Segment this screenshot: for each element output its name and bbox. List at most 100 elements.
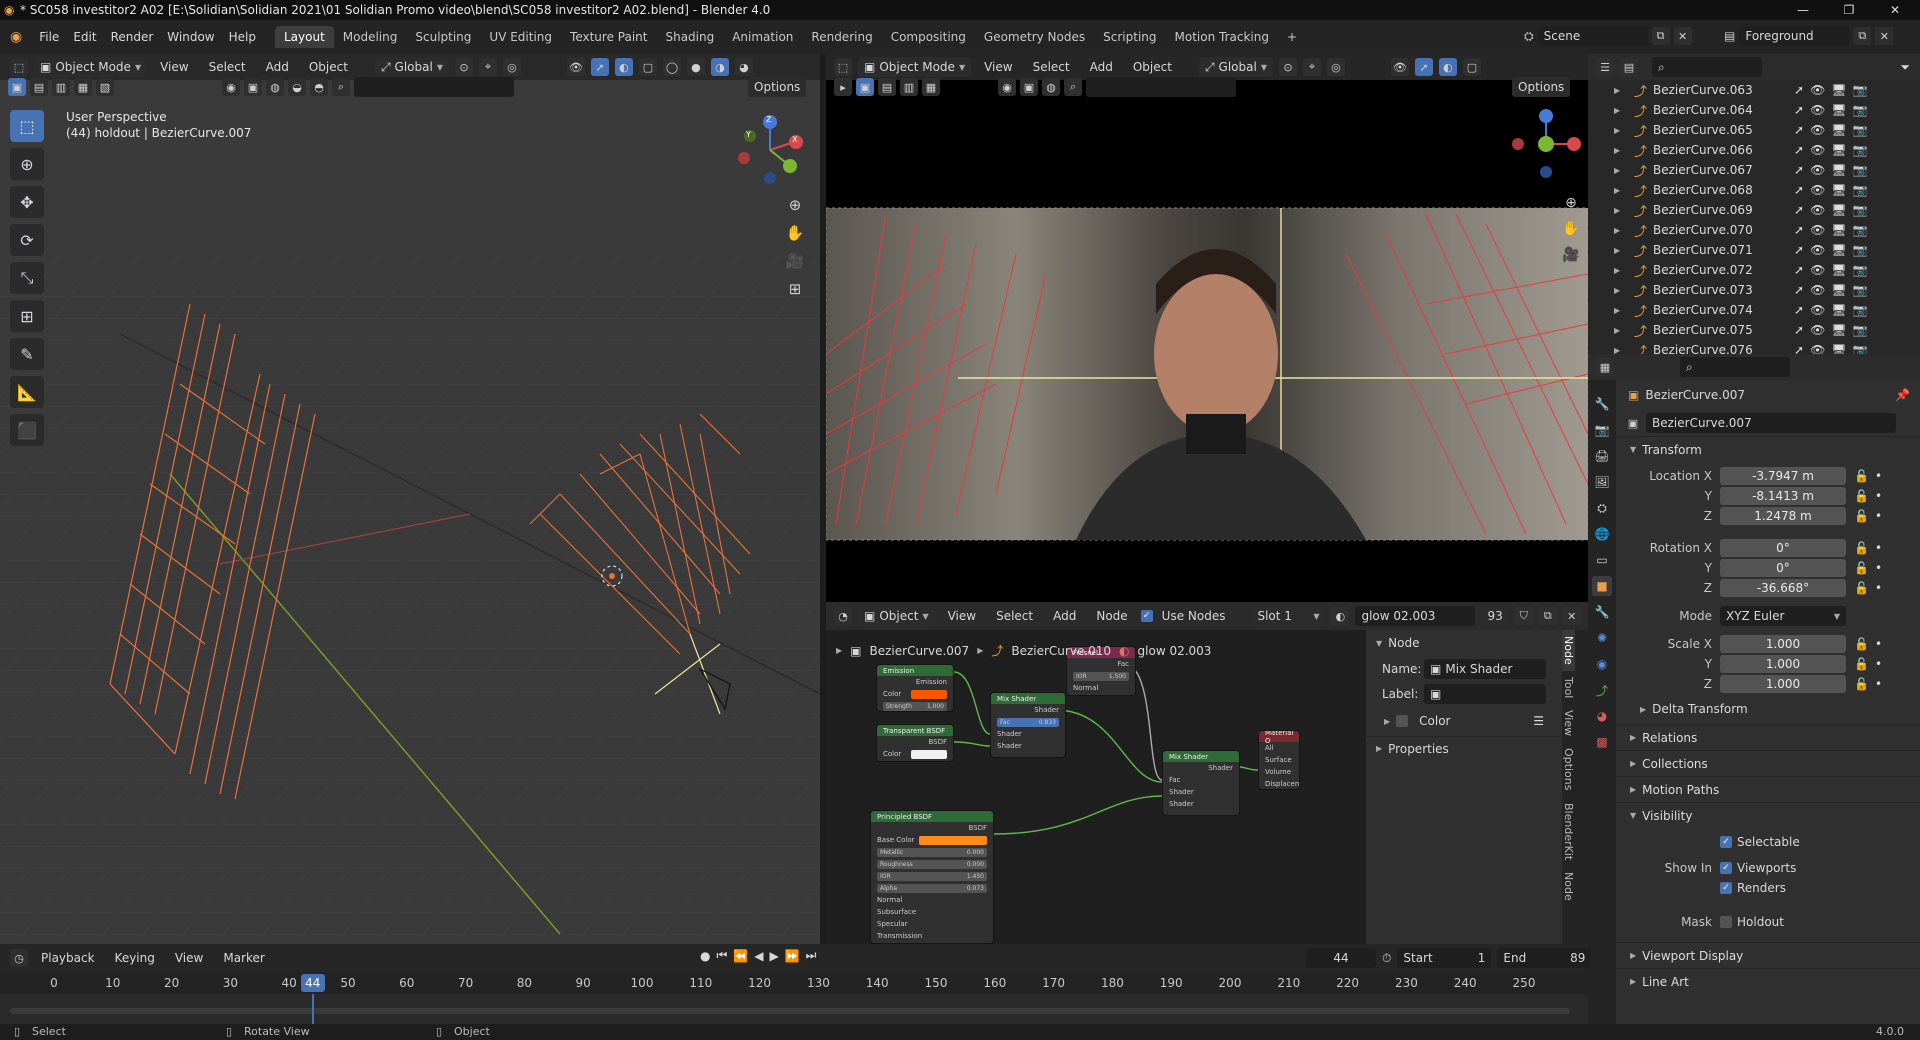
list-icon[interactable]: ☰: [1533, 714, 1544, 728]
breadcrumb-item[interactable]: BezierCurve.010: [1011, 644, 1111, 658]
node-label-field[interactable]: ▣: [1424, 684, 1546, 704]
chevron-right-icon[interactable]: ▶: [1614, 146, 1620, 155]
camera-render-icon[interactable]: 📷: [1853, 323, 1868, 337]
select-mode-invert-icon[interactable]: ▦: [922, 78, 940, 96]
rotation-z-field[interactable]: -36.668°: [1720, 579, 1846, 597]
pin-icon[interactable]: 📌: [1895, 388, 1910, 402]
lock-icon[interactable]: 🔓: [1854, 469, 1869, 483]
menu-edit[interactable]: Edit: [66, 30, 103, 44]
overlay-icon[interactable]: ◐: [614, 58, 633, 76]
camera-object-mode-dropdown[interactable]: ▣ Object Mode ▼: [858, 57, 972, 77]
eye-icon[interactable]: 👁: [1810, 163, 1825, 177]
select-mode-invert-icon[interactable]: ▦: [74, 78, 92, 96]
hdri-icon[interactable]: ◓: [310, 78, 328, 96]
select-mode-extend-icon[interactable]: ▤: [878, 78, 896, 96]
camera-render-icon[interactable]: 📷: [1853, 223, 1868, 237]
use-nodes-checkbox[interactable]: ✓: [1140, 610, 1153, 622]
rotation-mode-dropdown[interactable]: XYZ Euler ▼: [1720, 606, 1846, 626]
blender-menu-icon[interactable]: ◉: [10, 29, 22, 45]
monitor-icon[interactable]: 🖥: [1831, 223, 1846, 237]
outliner-item[interactable]: ▶ ⤴ BezierCurve.071 ➚ 👁 🖥 📷: [1588, 240, 1920, 260]
shading-rendered-icon[interactable]: ◕: [734, 58, 753, 76]
scene-name-field[interactable]: Scene: [1537, 26, 1648, 46]
monitor-icon[interactable]: 🖥: [1831, 83, 1846, 97]
viewport-menu-select[interactable]: Select: [202, 60, 253, 74]
camera-menu-select[interactable]: Select: [1026, 60, 1077, 74]
monitor-icon[interactable]: 🖥: [1831, 183, 1846, 197]
keyframe-dot-icon[interactable]: •: [1875, 469, 1882, 483]
shading-solid-icon[interactable]: ●: [686, 58, 705, 76]
pivot-icon[interactable]: ⊙: [454, 58, 473, 76]
keyframe-dot-icon[interactable]: •: [1875, 561, 1882, 575]
editor-type-icon[interactable]: ⬚: [834, 58, 852, 76]
stopwatch-icon[interactable]: ⏱: [1382, 951, 1391, 966]
tab-modeling[interactable]: Modeling: [334, 26, 407, 48]
editor-type-icon[interactable]: ▦: [1596, 358, 1614, 376]
data-properties-icon[interactable]: ⤴: [1592, 680, 1612, 700]
material-name-field[interactable]: glow 02.003: [1355, 606, 1476, 626]
outliner-item[interactable]: ▶ ⤴ BezierCurve.063 ➚ 👁 🖥 📷: [1588, 80, 1920, 100]
principled-roughness-field[interactable]: Roughness 0.000: [877, 859, 987, 869]
emission-node[interactable]: Emission Emission Color Strength 1.000: [876, 664, 954, 712]
use-nodes-toggle[interactable]: ✓ Use Nodes: [1140, 609, 1225, 623]
properties-search-input[interactable]: ⌕: [1680, 357, 1790, 377]
editor-type-icon[interactable]: ☰: [1596, 58, 1614, 76]
principled-alpha-field[interactable]: Alpha 0.073: [877, 883, 987, 893]
pan-hand-icon[interactable]: ✋: [1562, 220, 1580, 238]
snap-icon[interactable]: ⌖: [478, 58, 497, 76]
visibility-icon[interactable]: 👁: [566, 58, 585, 76]
xray-icon[interactable]: ▢: [1462, 58, 1481, 76]
shader-type-dropdown[interactable]: ▣ Object ▼: [858, 606, 935, 626]
outliner-item[interactable]: ▶ ⤴ BezierCurve.076 ➚ 👁 🖥 📷: [1588, 340, 1920, 354]
annotate-tool-icon[interactable]: ✎: [10, 338, 44, 370]
minimize-button[interactable]: —: [1780, 0, 1826, 20]
close-button[interactable]: ✕: [1872, 0, 1918, 20]
monitor-icon[interactable]: 🖥: [1831, 143, 1846, 157]
principled-base-color-swatch[interactable]: [919, 835, 987, 845]
chevron-right-icon[interactable]: ▶: [1614, 246, 1620, 255]
lock-icon[interactable]: 🔓: [1854, 581, 1869, 595]
lock-icon[interactable]: 🔓: [1854, 541, 1869, 555]
eye-icon[interactable]: 👁: [1810, 303, 1825, 317]
collections-panel[interactable]: ▶ Collections: [1616, 750, 1920, 776]
eye-icon[interactable]: 👁: [1810, 243, 1825, 257]
camera-collapse-icon[interactable]: ▸: [834, 78, 852, 96]
view-layer-properties-icon[interactable]: 🖼: [1592, 472, 1612, 492]
timeline-menu-keying[interactable]: Keying: [108, 951, 162, 965]
editor-type-icon[interactable]: ⬚: [10, 58, 28, 76]
menu-file[interactable]: File: [32, 30, 66, 44]
texture-properties-icon[interactable]: ▩: [1592, 732, 1612, 752]
object-mode-dropdown[interactable]: ▣ Object Mode ▼: [34, 57, 148, 77]
chevron-right-icon[interactable]: ▶: [1614, 126, 1620, 135]
camera-menu-add[interactable]: Add: [1083, 60, 1120, 74]
scale-tool-icon[interactable]: ⤡: [10, 262, 44, 294]
camera-orientation-dropdown[interactable]: ⤢ Global ▼: [1198, 57, 1273, 77]
camera-render-icon[interactable]: 📷: [1853, 123, 1868, 137]
editor-type-icon[interactable]: ◷: [10, 949, 28, 967]
camera-render-icon[interactable]: 📷: [1853, 303, 1868, 317]
tab-shading[interactable]: Shading: [656, 26, 723, 48]
location-z-field[interactable]: 1.2478 m: [1720, 507, 1846, 525]
render-properties-icon[interactable]: 📷: [1592, 420, 1612, 440]
chevron-right-icon[interactable]: ▶: [1614, 286, 1620, 295]
outliner-item[interactable]: ▶ ⤴ BezierCurve.073 ➚ 👁 🖥 📷: [1588, 280, 1920, 300]
node-menu-node[interactable]: Node: [1089, 609, 1134, 623]
mix-shader-1-fac-field[interactable]: Fac 0.833: [997, 717, 1059, 727]
delete-scene-icon[interactable]: ✕: [1673, 27, 1692, 45]
rotation-y-field[interactable]: 0°: [1720, 559, 1846, 577]
viewports-checkbox[interactable]: ✓: [1720, 862, 1732, 874]
zoom-icon[interactable]: ⊕: [1562, 194, 1580, 212]
duplicate-material-icon[interactable]: ⧉: [1538, 607, 1557, 625]
rotate-tool-icon[interactable]: ⟳: [10, 224, 44, 256]
solid-sphere-icon[interactable]: ◍: [266, 78, 284, 96]
collection-properties-icon[interactable]: ▭: [1592, 550, 1612, 570]
mix-shader-node-1[interactable]: Mix Shader Shader Fac 0.833 Shader Shader: [990, 692, 1066, 758]
chevron-right-icon[interactable]: ▶: [1614, 306, 1620, 315]
zoom-icon[interactable]: ⊕: [786, 196, 804, 214]
navigation-gizmo[interactable]: Z X Y: [730, 110, 810, 190]
material-properties-icon[interactable]: ◕: [1592, 706, 1612, 726]
select-toggle-icon[interactable]: ➚: [1794, 243, 1804, 257]
tab-scripting[interactable]: Scripting: [1094, 26, 1165, 48]
emission-color-swatch[interactable]: [911, 689, 947, 699]
outliner-item[interactable]: ▶ ⤴ BezierCurve.070 ➚ 👁 🖥 📷: [1588, 220, 1920, 240]
